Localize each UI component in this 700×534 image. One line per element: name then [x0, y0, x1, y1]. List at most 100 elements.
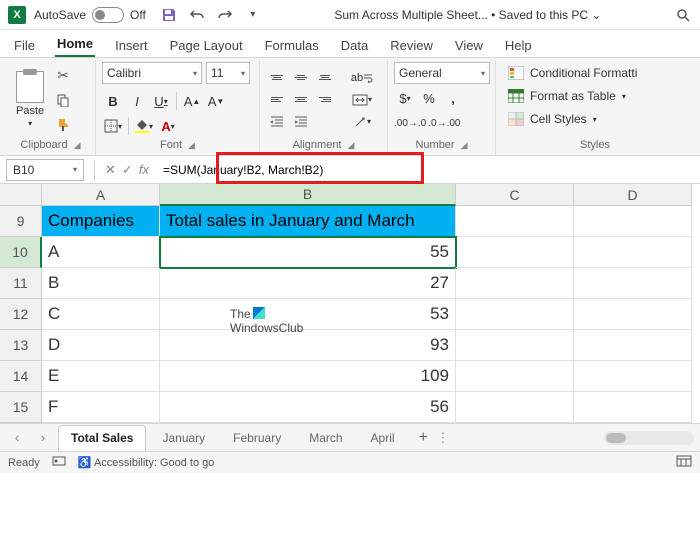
sheet-tab-april[interactable]: April [359, 425, 407, 451]
tab-page-layout[interactable]: Page Layout [168, 34, 245, 57]
row-header[interactable]: 13 [0, 330, 42, 361]
row-header[interactable]: 15 [0, 392, 42, 423]
tab-insert[interactable]: Insert [113, 34, 150, 57]
save-icon[interactable] [160, 6, 178, 24]
cell[interactable] [456, 299, 574, 330]
cell[interactable]: 56 [160, 392, 456, 423]
format-painter-icon[interactable] [52, 114, 74, 134]
cell[interactable] [574, 330, 692, 361]
cell-styles-button[interactable]: Cell Styles ▾ [502, 108, 688, 130]
italic-button[interactable]: I [126, 90, 148, 112]
cell[interactable] [574, 299, 692, 330]
cell[interactable]: 109 [160, 361, 456, 392]
cell[interactable] [456, 268, 574, 299]
tab-home[interactable]: Home [55, 32, 95, 57]
sheet-tab-january[interactable]: January [150, 425, 217, 451]
clipboard-launcher-icon[interactable]: ◢ [74, 140, 81, 151]
search-icon[interactable] [674, 6, 692, 24]
enter-formula-icon[interactable]: ✓ [122, 162, 133, 178]
align-right-icon[interactable] [314, 90, 336, 110]
align-bottom-icon[interactable] [314, 68, 336, 88]
conditional-formatting-button[interactable]: Conditional Formatti [502, 62, 688, 84]
sheet-tab-february[interactable]: February [221, 425, 293, 451]
font-color-button[interactable]: A▾ [157, 115, 179, 137]
cell[interactable]: A [42, 237, 160, 268]
undo-icon[interactable] [188, 6, 206, 24]
accounting-format-button[interactable]: $▾ [394, 87, 416, 109]
tab-view[interactable]: View [453, 34, 485, 57]
merge-center-button[interactable]: ▾ [344, 90, 380, 110]
wrap-text-button[interactable]: ab [344, 68, 380, 88]
copy-icon[interactable] [52, 90, 74, 110]
sheet-tab-total-sales[interactable]: Total Sales [58, 425, 146, 451]
align-top-icon[interactable] [266, 68, 288, 88]
tab-data[interactable]: Data [339, 34, 370, 57]
col-header-a[interactable]: A [42, 184, 160, 206]
align-left-icon[interactable] [266, 90, 288, 110]
horizontal-scrollbar[interactable] [604, 431, 694, 445]
font-name-combo[interactable]: Calibri▾ [102, 62, 202, 84]
number-launcher-icon[interactable]: ◢ [461, 140, 468, 151]
sheet-tab-march[interactable]: March [297, 425, 354, 451]
cell[interactable] [574, 206, 692, 237]
format-as-table-button[interactable]: Format as Table ▾ [502, 85, 688, 107]
cell[interactable]: F [42, 392, 160, 423]
align-center-icon[interactable] [290, 90, 312, 110]
col-header-c[interactable]: C [456, 184, 574, 206]
cell[interactable]: 27 [160, 268, 456, 299]
bold-button[interactable]: B [102, 90, 124, 112]
cell[interactable] [456, 206, 574, 237]
row-header[interactable]: 11 [0, 268, 42, 299]
autosave-toggle[interactable]: AutoSave Off [34, 7, 146, 23]
decrease-indent-icon[interactable] [266, 112, 288, 132]
row-header[interactable]: 9 [0, 206, 42, 237]
row-header[interactable]: 10 [0, 237, 42, 268]
percent-format-button[interactable]: % [418, 87, 440, 109]
col-header-d[interactable]: D [574, 184, 692, 206]
alignment-launcher-icon[interactable]: ◢ [348, 140, 355, 151]
borders-button[interactable]: ▾ [102, 115, 124, 137]
cell[interactable]: E [42, 361, 160, 392]
sheet-nav-prev-icon[interactable]: ‹ [6, 427, 28, 449]
paste-button[interactable]: Paste ▾ [12, 69, 48, 130]
cell[interactable]: C [42, 299, 160, 330]
cell[interactable]: B [42, 268, 160, 299]
orientation-button[interactable]: ▾ [344, 112, 380, 132]
tab-file[interactable]: File [12, 34, 37, 57]
underline-button[interactable]: U▾ [150, 90, 172, 112]
redo-icon[interactable] [216, 6, 234, 24]
accessibility-status[interactable]: ♿ Accessibility: Good to go [78, 456, 215, 469]
align-middle-icon[interactable] [290, 68, 312, 88]
increase-indent-icon[interactable] [290, 112, 312, 132]
fx-icon[interactable]: fx [139, 162, 149, 178]
increase-font-icon[interactable]: A▲ [181, 90, 203, 112]
tab-review[interactable]: Review [388, 34, 435, 57]
cell[interactable] [456, 237, 574, 268]
tab-help[interactable]: Help [503, 34, 534, 57]
select-all-corner[interactable] [0, 184, 42, 206]
fill-color-button[interactable]: ▾ [133, 115, 155, 137]
cell[interactable]: Companies [42, 206, 160, 237]
comma-format-button[interactable]: , [442, 87, 464, 109]
cell[interactable] [574, 268, 692, 299]
cell-active[interactable]: 55 [160, 237, 456, 268]
number-format-combo[interactable]: General▾ [394, 62, 490, 84]
cell[interactable]: D [42, 330, 160, 361]
col-header-b[interactable]: B [160, 184, 456, 206]
cell[interactable]: 53 [160, 299, 456, 330]
cell[interactable] [456, 330, 574, 361]
cell[interactable]: Total sales in January and March [160, 206, 456, 237]
formula-input[interactable] [155, 159, 700, 181]
spreadsheet-grid[interactable]: A B C D 9 Companies Total sales in Janua… [0, 184, 700, 423]
name-box[interactable]: B10▾ [6, 159, 84, 181]
decrease-decimal-button[interactable]: .0→.00 [428, 112, 460, 134]
cell[interactable] [574, 361, 692, 392]
row-header[interactable]: 12 [0, 299, 42, 330]
cut-icon[interactable]: ✂ [52, 66, 74, 86]
normal-view-icon[interactable] [676, 455, 692, 470]
toggle-switch[interactable] [92, 7, 124, 23]
cell[interactable] [574, 392, 692, 423]
cancel-formula-icon[interactable]: ✕ [105, 162, 116, 178]
cell[interactable]: 93 [160, 330, 456, 361]
macro-record-icon[interactable] [52, 454, 66, 471]
